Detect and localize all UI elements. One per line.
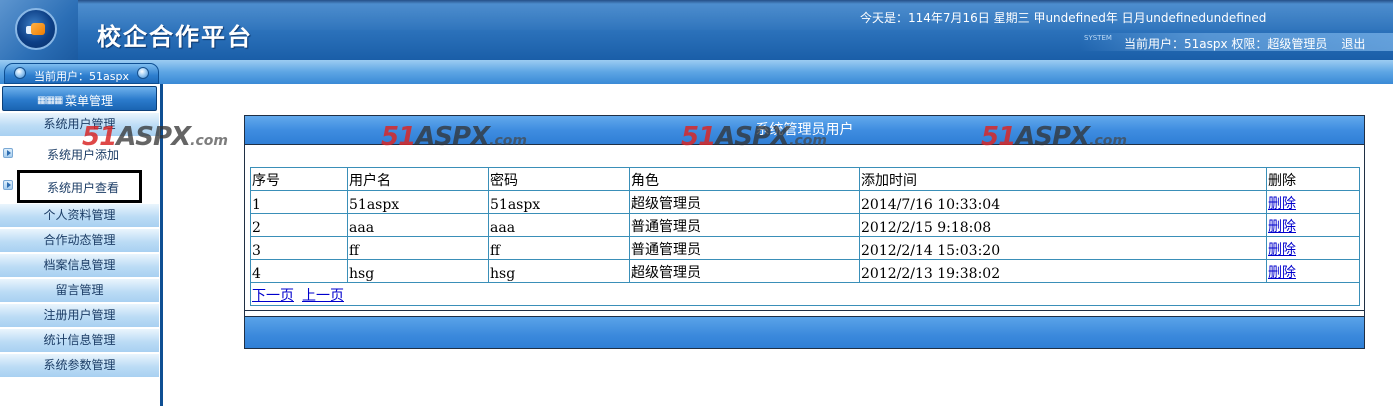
col-header: 添加时间: [859, 167, 1267, 191]
cell-added-time: 2012/2/14 15:03:20: [859, 236, 1267, 260]
system-tag: SYSTEM: [1084, 34, 1112, 42]
cell-role: 普通管理员: [629, 236, 860, 260]
logout-link[interactable]: 退出: [1341, 37, 1365, 51]
table-header-row: 序号 用户名 密码 角色 添加时间 删除: [250, 167, 1360, 191]
cell-username: aaa: [347, 213, 489, 237]
arrow-right-icon: [3, 180, 13, 190]
cell-delete: 删除: [1266, 213, 1360, 237]
menu-item-system-params[interactable]: 系统参数管理: [0, 354, 159, 378]
cell-username: hsg: [347, 259, 489, 283]
cell-delete: 删除: [1266, 236, 1360, 260]
menu-header[interactable]: ▦▦▦ 菜单管理: [2, 86, 157, 111]
logo-area: [0, 0, 78, 60]
cell-delete: 删除: [1266, 190, 1360, 214]
pager-row: 下一页 上一页: [250, 282, 1360, 306]
cell-username: 51aspx: [347, 190, 489, 214]
pager-cell: 下一页 上一页: [250, 282, 1360, 306]
panel-footer-bar: [245, 317, 1364, 348]
cell-added-time: 2012/2/13 19:38:02: [859, 259, 1267, 283]
col-header: 删除: [1266, 167, 1360, 191]
delete-link[interactable]: 删除: [1268, 265, 1296, 281]
cell-index: 4: [250, 259, 348, 283]
next-page-link[interactable]: 下一页: [252, 288, 294, 304]
sub-item-label: 系统用户添加: [47, 148, 120, 162]
top-header: 校企合作平台 今天是：114年7月16日 星期三 甲undefined年 日月u…: [0, 0, 1393, 60]
menu-item-registered-users[interactable]: 注册用户管理: [0, 304, 159, 328]
prev-page-link[interactable]: 上一页: [302, 288, 344, 304]
menu-item-cooperation-news[interactable]: 合作动态管理: [0, 229, 159, 253]
logo-shape-orange: [31, 23, 45, 35]
cell-role: 超级管理员: [629, 259, 860, 283]
cell-role: 普通管理员: [629, 213, 860, 237]
menu-item-archives[interactable]: 档案信息管理: [0, 254, 159, 278]
menu-header-label: 菜单管理: [65, 94, 114, 108]
user-info-bar: 当前用户：51aspx 权限：超级管理员 退出: [1080, 33, 1393, 51]
table-row: 1 51aspx 51aspx 超级管理员 2014/7/16 10:33:04…: [250, 190, 1360, 214]
col-header: 角色: [629, 167, 860, 191]
date-line: 今天是：114年7月16日 星期三 甲undefined年 日月undefine…: [860, 11, 1267, 25]
cell-password: hsg: [488, 259, 630, 283]
panel-footer-divider: [245, 310, 1364, 317]
cell-added-time: 2012/2/15 9:18:08: [859, 213, 1267, 237]
menu-divider: [160, 84, 163, 406]
current-user-tab: 当前用户：51aspx: [4, 63, 159, 84]
cell-index: 3: [250, 236, 348, 260]
cell-added-time: 2014/7/16 10:33:04: [859, 190, 1267, 214]
logo-icon: [15, 8, 57, 50]
admin-users-panel: 系统管理员用户 序号 用户名 密码 角色 添加时间 删除 1 51aspx 51…: [244, 115, 1365, 349]
cell-index: 2: [250, 213, 348, 237]
cell-password: aaa: [488, 213, 630, 237]
sub-bar: [0, 60, 1393, 84]
menu-item-system-users[interactable]: 系统用户管理: [0, 113, 159, 137]
table-row: 3 ff ff 普通管理员 2012/2/14 15:03:20 删除: [250, 236, 1360, 260]
col-header: 密码: [488, 167, 630, 191]
table-row: 2 aaa aaa 普通管理员 2012/2/15 9:18:08 删除: [250, 213, 1360, 237]
cell-delete: 删除: [1266, 259, 1360, 283]
table-row: 4 hsg hsg 超级管理员 2012/2/13 19:38:02 删除: [250, 259, 1360, 283]
app-title: 校企合作平台: [97, 22, 253, 51]
delete-link[interactable]: 删除: [1268, 196, 1296, 212]
sub-item-label: 系统用户查看: [47, 181, 120, 195]
delete-link[interactable]: 删除: [1268, 219, 1296, 235]
cell-password: ff: [488, 236, 630, 260]
menu-item-profile[interactable]: 个人资料管理: [0, 204, 159, 228]
delete-link[interactable]: 删除: [1268, 242, 1296, 258]
grid-icon: ▦▦▦: [37, 95, 63, 106]
cell-username: ff: [347, 236, 489, 260]
arrow-right-icon: [3, 148, 13, 158]
user-info-text: 当前用户：51aspx 权限：超级管理员: [1124, 37, 1328, 51]
panel-title: 系统管理员用户: [245, 116, 1364, 145]
col-header: 序号: [250, 167, 348, 191]
sub-item-view-users[interactable]: 系统用户查看: [0, 168, 159, 206]
current-user-label: 当前用户：51aspx: [34, 70, 129, 83]
users-table: 序号 用户名 密码 角色 添加时间 删除 1 51aspx 51aspx 超级管…: [250, 167, 1360, 306]
watermark-domain: .com: [190, 133, 228, 149]
left-knob-icon: [14, 67, 26, 79]
right-knob-icon: [137, 67, 149, 79]
user-info: 当前用户：51aspx 权限：超级管理员 退出: [1124, 35, 1365, 52]
menu-item-statistics[interactable]: 统计信息管理: [0, 329, 159, 353]
col-header: 用户名: [347, 167, 489, 191]
sub-item-add-user[interactable]: 系统用户添加: [0, 139, 159, 169]
cell-role: 超级管理员: [629, 190, 860, 214]
menu-item-messages[interactable]: 留言管理: [0, 279, 159, 303]
cell-password: 51aspx: [488, 190, 630, 214]
cell-index: 1: [250, 190, 348, 214]
